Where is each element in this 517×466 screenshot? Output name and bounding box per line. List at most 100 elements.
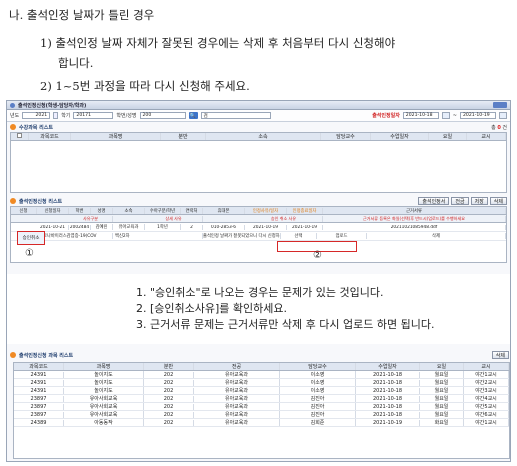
subject-cell: 김희준 — [280, 419, 356, 426]
course-section-title: 수강과목 리스트 총 0 건 — [7, 122, 510, 132]
term-select[interactable]: 20171 — [73, 112, 114, 119]
delete-button[interactable]: 삭제 — [489, 197, 507, 205]
subject-cell: 23897 — [14, 411, 64, 418]
search-icon[interactable]: 🔍 — [188, 112, 198, 119]
note-2: 2. [승인취소사유]를 확인하세요. — [136, 302, 288, 315]
close-button[interactable] — [493, 102, 507, 108]
calendar-icon[interactable] — [499, 112, 507, 119]
subject-row[interactable]: 23897 유아사회교육 202 유아교육과 김진아 2021-10-18 월요일 야간6교시 — [14, 411, 509, 419]
calendar-icon[interactable] — [441, 112, 450, 119]
subject-row[interactable]: 23897 유아사회교육 202 유아교육과 김진아 2021-10-18 월요일 야간4교시 — [14, 395, 509, 403]
subject-cell: 2021-10-18 — [356, 379, 420, 386]
subject-cell: 유아교육과 — [194, 387, 280, 394]
subject-cell: 2021-10-18 — [356, 387, 420, 394]
subject-cell: 이소영 — [280, 387, 356, 394]
note-1: 1. "승인취소"로 나오는 경우는 문제가 있는 것입니다. — [136, 286, 384, 299]
notes-panel: 1. "승인취소"로 나오는 경우는 문제가 있는 것입니다. 2. [승인취소… — [7, 274, 510, 344]
subject-cell: 야간2교시 — [464, 379, 509, 386]
subject-cell: 야간1교시 — [464, 419, 509, 426]
subject-cell: 월요일 — [420, 395, 464, 402]
subject-cell: 유아사회교육 — [64, 403, 144, 410]
subject-cell: 2021-10-18 — [356, 411, 420, 418]
doc-step-1a: 1) 출석인정 날짜 자체가 잘못된 경우에는 삭제 후 처음부터 다시 신청해… — [40, 36, 396, 50]
application-grid-header: 신청 신청일자 학번 성명 소속 수아구분/학년 연락처 휴대폰 인정사유/일자… — [11, 207, 506, 215]
student-input[interactable]: 200 — [139, 112, 186, 119]
subject-cell: 24389 — [14, 419, 64, 426]
certificate-button[interactable]: 출석인정서 — [418, 197, 450, 205]
subject-cell: 202 — [144, 411, 194, 418]
window-titlebar: 출석인정신청(학생-담당자/학과) — [7, 101, 510, 110]
app-section-title: 출석인정신청 리스트 출석인정서 전금 저장 삭제 — [7, 196, 510, 206]
subject-row[interactable]: 24391 놀이지도 202 유아교육과 이소영 2021-10-18 월요일 야간2교시 — [14, 379, 509, 387]
reason-select[interactable]: 코로나바이러스감염증-19(COV — [37, 233, 113, 239]
save-button[interactable]: 저장 — [470, 197, 488, 205]
subject-cell: 202 — [144, 379, 194, 386]
subject-cell: 놀이지도 — [64, 387, 144, 394]
subject-cell: 이소영 — [280, 371, 356, 378]
subject-cell: 야간4교시 — [464, 395, 509, 402]
subject-cell: 야간5교시 — [464, 403, 509, 410]
transfer-button[interactable]: 전금 — [451, 197, 469, 205]
window-icon — [10, 102, 15, 108]
student-label: 학번/성명 — [116, 113, 137, 119]
subject-cell: 2021-10-18 — [356, 403, 420, 410]
file-select-button[interactable]: 선택 — [281, 233, 317, 239]
detail-reason: 백신2차 — [113, 233, 203, 239]
course-section-label: 수강과목 리스트 — [19, 124, 53, 131]
subject-row[interactable]: 24389 아동동작 202 유아교육과 김희준 2021-10-19 화요일 야간1교시 — [14, 419, 509, 427]
subject-cell: 놀이지도 — [64, 371, 144, 378]
date-label: 출석인정일자 — [372, 113, 400, 119]
subject-cell: 월요일 — [420, 411, 464, 418]
date-from-input[interactable]: 2021-10-18 — [402, 112, 439, 119]
section-bullet-icon — [10, 352, 16, 358]
subject-cell: 김진아 — [280, 411, 356, 418]
course-grid: 과목코드 과목명 분반 소속 담당교수 수업일자 요일 교시 — [10, 132, 507, 193]
subject-cell: 202 — [144, 395, 194, 402]
subject-cell: 유아교육과 — [194, 403, 280, 410]
subject-cell: 김진아 — [280, 395, 356, 402]
subject-cell: 김진아 — [280, 403, 356, 410]
year-input[interactable]: 2021 — [22, 112, 51, 119]
application-row-detail[interactable]: 코로나바이러스감염증-19(COV 백신2차 출석인정 날짜가 잘못되었으니 다… — [11, 232, 506, 241]
subject-cell: 놀이지도 — [64, 379, 144, 386]
cancel-reason-text: 출석인정 날짜가 잘못되었으니 다시 신청하세요 — [203, 233, 281, 239]
subject-cell: 화요일 — [420, 419, 464, 426]
approve-cancel-status[interactable]: 승인취소 — [23, 235, 40, 241]
subject-cell: 월요일 — [420, 371, 464, 378]
subject-cell: 24391 — [14, 387, 64, 394]
subject-cell: 2021-10-18 — [356, 395, 420, 402]
year-label: 년도 — [10, 113, 20, 119]
year-stepper[interactable] — [53, 112, 59, 119]
subject-cell: 유아교육과 — [194, 419, 280, 426]
row-delete-button[interactable]: 삭제 — [367, 233, 506, 239]
doc-title: 나. 출석인정 날짜가 틀린 경우 — [9, 8, 155, 22]
subject-cell: 유아사회교육 — [64, 395, 144, 402]
subject-row[interactable]: 24391 놀이지도 202 유아교육과 이소영 2021-10-18 월요일 야간3교시 — [14, 387, 509, 395]
subject-cell: 202 — [144, 387, 194, 394]
subject-delete-button[interactable]: 삭제 — [491, 351, 509, 359]
doc-step-2: 2) 1~5번 과정을 따라 다시 신청해 주세요. — [40, 79, 250, 93]
note-3: 3. 근거서류 문제는 근거서류만 삭제 후 다시 업로드 하면 됩니다. — [136, 318, 435, 331]
student-name-input[interactable]: 검 — [200, 112, 271, 119]
approve-cancel-highlight: 승인취소 — [17, 231, 45, 245]
subject-cell: 24391 — [14, 371, 64, 378]
course-grid-header: 과목코드 과목명 분반 소속 담당교수 수업일자 요일 교시 — [11, 133, 506, 141]
subject-cell: 야간6교시 — [464, 411, 509, 418]
filter-bar: 년도 2021 학기 20171 학번/성명 200 🔍 검 출석인정일자 20… — [7, 110, 510, 122]
date-to-input[interactable]: 2021-10-19 — [460, 112, 496, 119]
subject-cell: 유아교육과 — [194, 371, 280, 378]
subject-grid: 과목코드 과목명 분반 전공 담당교수 수업일자 요일 교시 24391 놀이지도… — [13, 362, 510, 459]
subject-row[interactable]: 24391 놀이지도 202 유아교육과 이소영 2021-10-18 월요일 야간1교시 — [14, 371, 509, 379]
subject-cell: 23897 — [14, 395, 64, 402]
subject-cell: 202 — [144, 419, 194, 426]
app-screenshot: 출석인정신청(학생-담당자/학과) 년도 2021 학기 20171 학번/성명… — [6, 100, 511, 462]
subject-row[interactable]: 23897 유아사회교육 202 유아교육과 김진아 2021-10-18 월요일 야간5교시 — [14, 403, 509, 411]
upload-button[interactable]: 업로드 — [317, 233, 367, 239]
select-all-checkbox[interactable] — [17, 133, 22, 138]
subject-cell: 이소영 — [280, 379, 356, 386]
subject-cell: 202 — [144, 403, 194, 410]
subject-cell: 유아교육과 — [194, 379, 280, 386]
application-row[interactable]: 2021-10-21 2002484 김예린 유아교육과 1학년 2 010-2… — [11, 223, 506, 232]
subject-cell: 월요일 — [420, 403, 464, 410]
subject-cell: 2021-10-19 — [356, 419, 420, 426]
